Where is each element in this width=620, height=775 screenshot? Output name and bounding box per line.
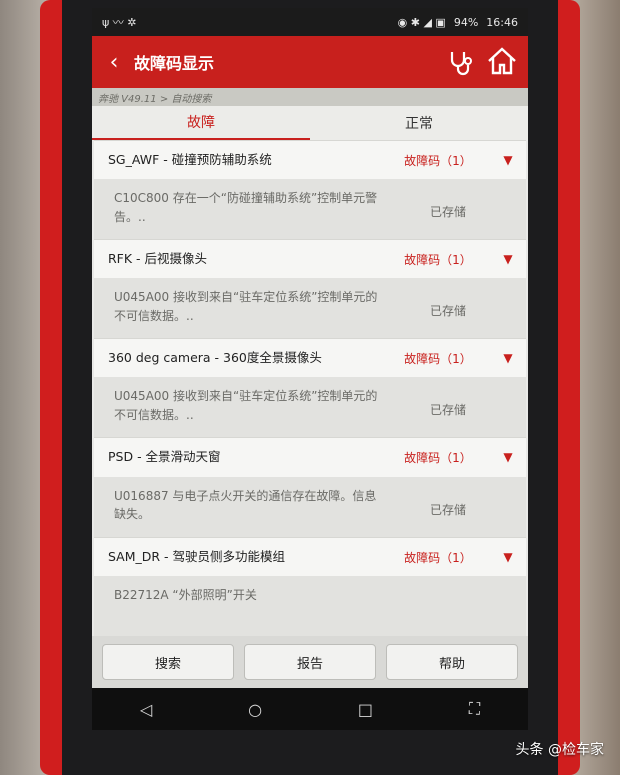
triangle-down-icon[interactable]: ▼ <box>498 252 518 266</box>
module-name: PSD - 全景滑动天窗 <box>108 449 221 465</box>
fault-code-count: 故障码（1） <box>404 550 472 565</box>
module-row[interactable]: 360 deg camera - 360度全景摄像头 故障码（1） ▼ <box>94 338 526 378</box>
status-bar: ψ 〰 ✲ ◉ ✱ ◢ ▣ 94% 16:46 <box>92 8 528 36</box>
tab-bar: 故障 正常 <box>92 106 528 140</box>
module-name: SG_AWF - 碰撞预防辅助系统 <box>108 152 272 167</box>
search-button[interactable]: 搜索 <box>102 644 234 680</box>
report-button[interactable]: 报告 <box>244 644 376 680</box>
home-icon[interactable] <box>486 46 518 76</box>
fault-state: 已存储 <box>429 205 466 220</box>
triangle-down-icon[interactable]: ▼ <box>498 153 518 167</box>
module-row[interactable]: PSD - 全景滑动天窗 故障码（1） ▼ <box>94 437 526 477</box>
fault-state: 已存储 <box>429 304 466 319</box>
watermark: 头条 @检车家 <box>515 742 604 758</box>
clock: 16:46 <box>486 15 518 29</box>
fault-state <box>378 586 518 600</box>
tab-fault[interactable]: 故障 <box>92 106 310 140</box>
android-nav-bar: ◁ ○ □ ⛶ <box>92 688 528 730</box>
fault-description: B22712A “外部照明”开关 <box>114 587 257 602</box>
back-button[interactable]: ‹ <box>100 50 128 75</box>
fault-detail-row: C10C800 存在一个“防碰撞辅助系统”控制单元警告。.. 已存储 <box>94 179 526 240</box>
fault-code-count: 故障码（1） <box>404 352 472 367</box>
nav-back-icon[interactable]: ◁ <box>140 700 152 719</box>
triangle-down-icon[interactable]: ▼ <box>498 351 518 365</box>
fault-detail-row: U045A00 接收到来自“驻车定位系统”控制单元的不可信数据。.. 已存储 <box>94 377 526 438</box>
fault-description: U016887 与电子点火开关的通信存在故障。信息缺失。 <box>114 488 377 522</box>
help-button[interactable]: 帮助 <box>386 644 518 680</box>
module-name: RFK - 后视摄像头 <box>108 251 208 267</box>
title-bar: ‹ 故障码显示 <box>92 36 528 88</box>
fault-description: U045A00 接收到来自“驻车定位系统”控制单元的不可信数据。.. <box>114 290 378 323</box>
page-title: 故障码显示 <box>134 54 215 73</box>
fault-code-count: 故障码（1） <box>404 451 472 466</box>
triangle-down-icon[interactable]: ▼ <box>498 550 518 564</box>
fault-code-count: 故障码（1） <box>404 154 472 168</box>
status-left-icons: ψ 〰 ✲ <box>102 16 137 29</box>
tab-normal[interactable]: 正常 <box>310 106 528 140</box>
fault-detail-row: U016887 与电子点火开关的通信存在故障。信息缺失。 已存储 <box>94 476 526 537</box>
fault-detail-row: B22712A “外部照明”开关 <box>94 575 526 636</box>
module-row[interactable]: SG_AWF - 碰撞预防辅助系统 故障码（1） ▼ <box>94 140 526 180</box>
fault-state: 已存储 <box>429 502 466 517</box>
action-bar: 搜索 报告 帮助 <box>92 636 528 688</box>
triangle-down-icon[interactable]: ▼ <box>498 450 518 464</box>
fault-code-count: 故障码（1） <box>404 253 472 268</box>
nav-screenshot-icon[interactable]: ⛶ <box>469 699 480 719</box>
fault-description: C10C800 存在一个“防碰撞辅助系统”控制单元警告。.. <box>114 191 378 224</box>
fault-description: U045A00 接收到来自“驻车定位系统”控制单元的不可信数据。.. <box>114 389 378 422</box>
module-row[interactable]: RFK - 后视摄像头 故障码（1） ▼ <box>94 239 526 279</box>
breadcrumb: 奔驰 V49.11 > 自动搜索 <box>92 88 528 106</box>
fault-detail-row: U045A00 接收到来自“驻车定位系统”控制单元的不可信数据。.. 已存储 <box>94 278 526 339</box>
stethoscope-icon[interactable] <box>446 46 476 76</box>
app-screen: ψ 〰 ✲ ◉ ✱ ◢ ▣ 94% 16:46 ‹ 故障码显示 奔驰 V49.1… <box>92 8 528 730</box>
battery-percent: 94% <box>453 15 479 29</box>
nav-home-icon[interactable]: ○ <box>248 700 262 719</box>
module-name: SAM_DR - 驾驶员侧多功能模组 <box>108 548 286 564</box>
module-name: 360 deg camera - 360度全景摄像头 <box>108 350 322 366</box>
status-right-icons: ◉ ✱ ◢ ▣ <box>397 15 446 29</box>
fault-state: 已存储 <box>429 403 466 418</box>
title-actions <box>446 46 518 76</box>
nav-recent-icon[interactable]: □ <box>358 700 373 719</box>
module-row[interactable]: SAM_DR - 驾驶员侧多功能模组 故障码（1） ▼ <box>94 536 526 576</box>
fault-list: SG_AWF - 碰撞预防辅助系统 故障码（1） ▼ C10C800 存在一个“… <box>92 140 528 636</box>
